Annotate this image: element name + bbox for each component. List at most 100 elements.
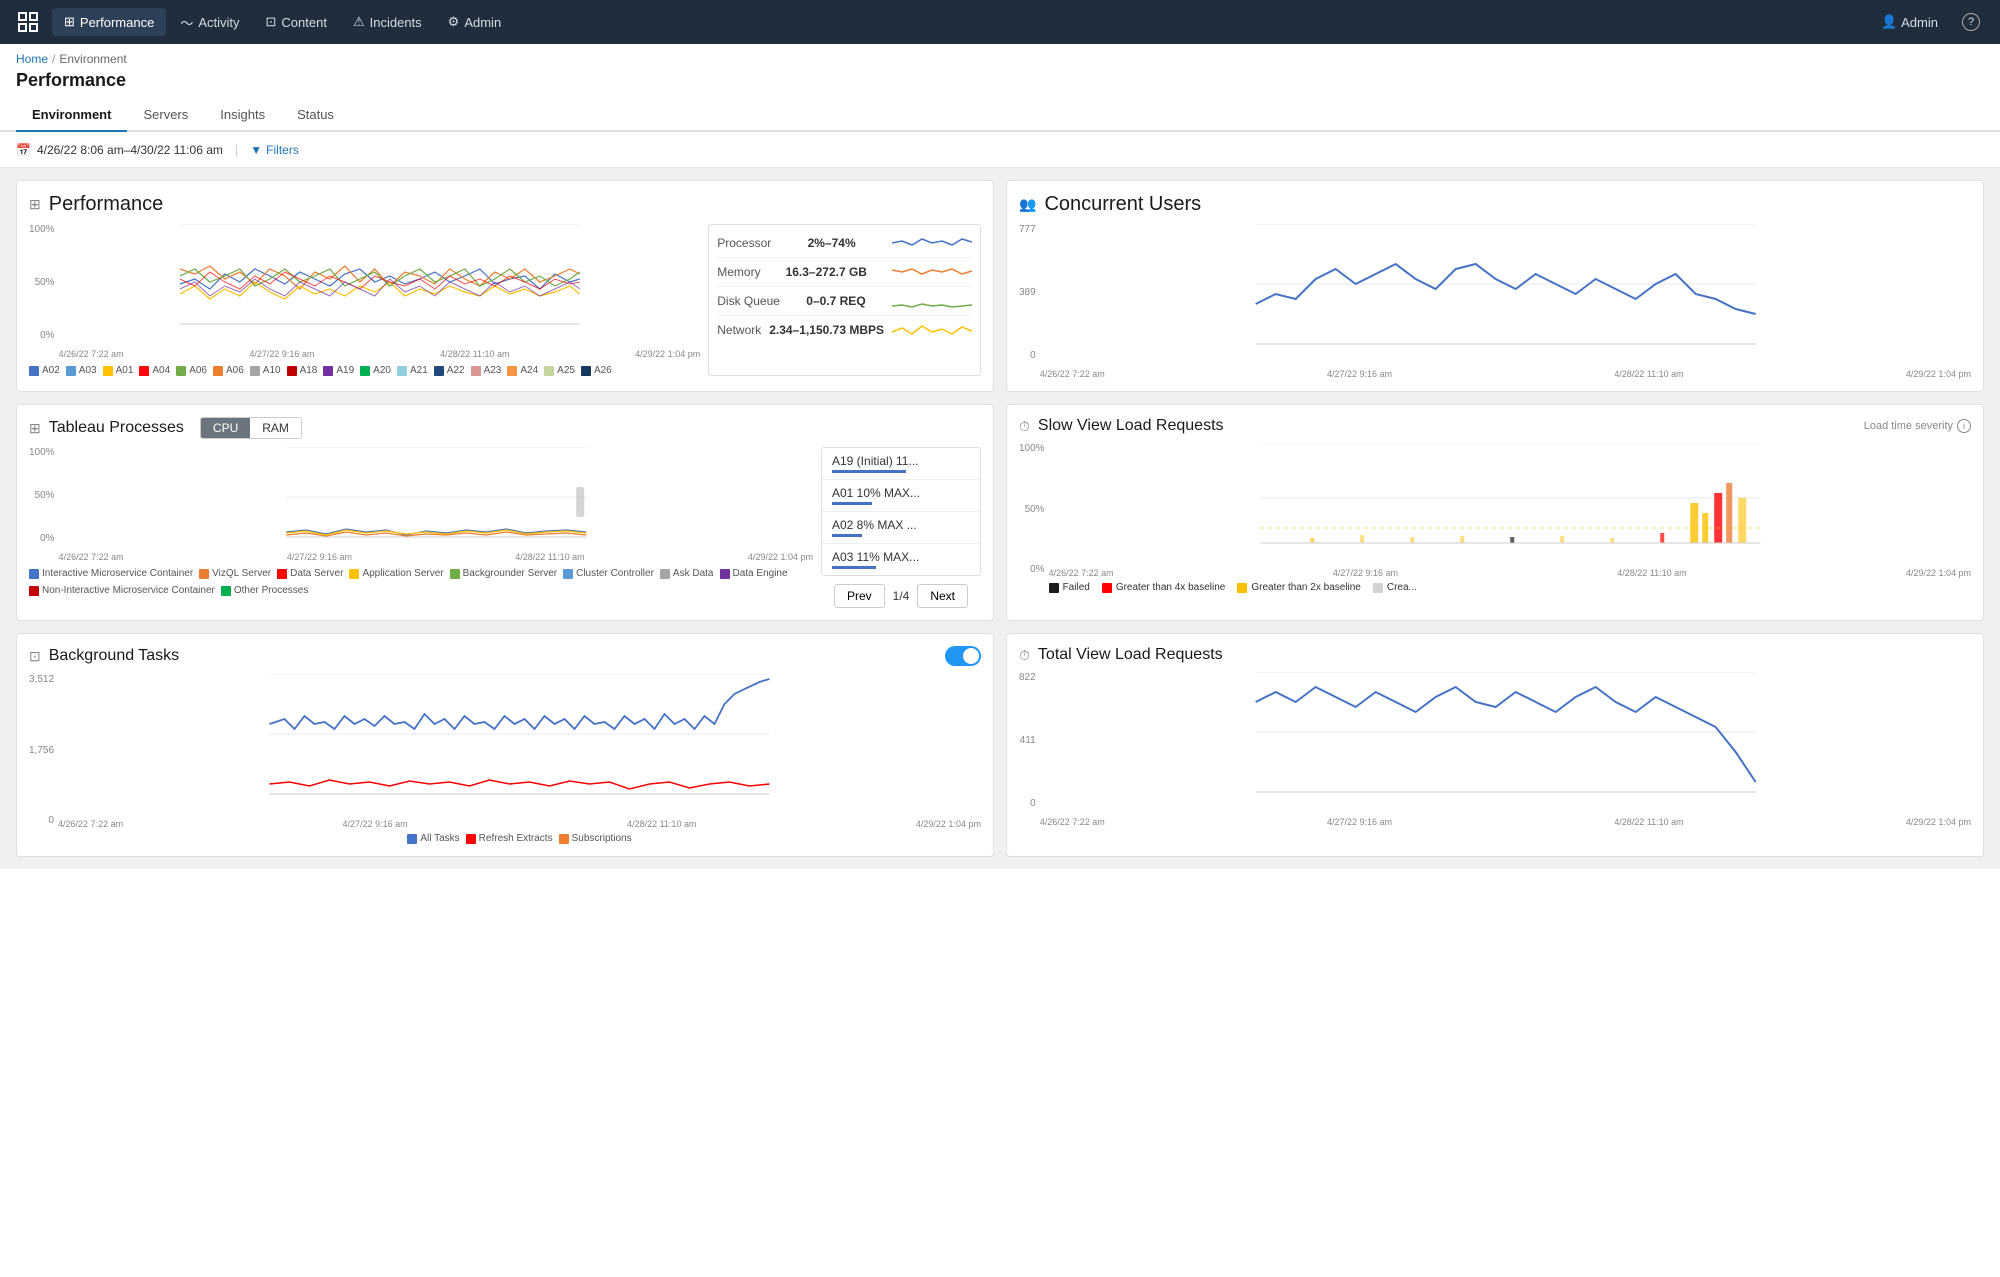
- topnav-items: ⊞ Performance 〜 Activity ⊡ Content ⚠ Inc…: [52, 7, 1873, 38]
- calendar-icon: 📅: [16, 143, 31, 157]
- user-icon: 👤: [1881, 14, 1897, 30]
- background-tasks-toggle[interactable]: [945, 646, 981, 666]
- tab-servers[interactable]: Servers: [127, 99, 204, 132]
- nav-activity[interactable]: 〜 Activity: [168, 7, 251, 38]
- nav-performance[interactable]: ⊞ Performance: [52, 8, 166, 36]
- total-view-svg-container: 4/26/22 7:22 am 4/27/22 9:16 am 4/28/22 …: [1040, 672, 1971, 827]
- cpu-button[interactable]: CPU: [201, 418, 250, 438]
- legend-noninteractive: Non-Interactive Microservice Container: [29, 585, 215, 596]
- slow-view-card: ⏱ Slow View Load Requests Load time seve…: [1006, 404, 1984, 621]
- legend-dataserver: Data Server: [277, 568, 343, 579]
- legend-a26: A26: [581, 365, 612, 376]
- legend-subscriptions: Subscriptions: [559, 833, 632, 844]
- background-tasks-header: ⊡ Background Tasks: [29, 646, 981, 666]
- legend-a10: A10: [250, 365, 281, 376]
- performance-chart-area: 100% 50% 0%: [29, 224, 700, 376]
- process-bar-a02: [832, 534, 862, 537]
- nav-admin[interactable]: ⚙ Admin: [436, 8, 514, 36]
- process-item-a03: A03 11% MAX...: [822, 544, 980, 575]
- main-grid: ⊞ Performance 100% 50% 0%: [0, 168, 2000, 869]
- total-view-chart-wrapper: 822 411 0 4/26/22 7:22 am 4/27/22 9:16 a: [1019, 672, 1971, 827]
- tableau-processes-chart-area: 100% 50% 0%: [29, 447, 813, 608]
- tab-environment[interactable]: Environment: [16, 99, 127, 132]
- page-info: 1/4: [893, 589, 910, 603]
- process-item-a01: A01 10% MAX...: [822, 480, 980, 512]
- performance-card-title: Performance: [49, 193, 164, 216]
- metric-sparkline-memory: [892, 262, 972, 282]
- legend-appserver: Application Server: [349, 568, 443, 579]
- legend-vizql: VizQL Server: [199, 568, 271, 579]
- background-tasks-svg: [58, 674, 981, 814]
- concurrent-users-chart-wrapper: 777 389 0 4/26/22 7:22 am 4/27/22 9:16 a: [1019, 224, 1971, 379]
- legend-interactive: Interactive Microservice Container: [29, 568, 193, 579]
- nav-incidents[interactable]: ⚠ Incidents: [341, 8, 434, 36]
- concurrent-users-title: Concurrent Users: [1044, 193, 1201, 216]
- total-view-x-labels: 4/26/22 7:22 am 4/27/22 9:16 am 4/28/22 …: [1040, 817, 1971, 827]
- legend-a23: A23: [471, 365, 502, 376]
- performance-chart-wrapper: 100% 50% 0%: [29, 224, 700, 359]
- help-icon: ?: [1962, 13, 1980, 31]
- process-bar-a03: [832, 566, 876, 569]
- tableau-processes-card: ⊞ Tableau Processes CPU RAM 100% 50% 0%: [16, 404, 994, 621]
- legend-a02: A02: [29, 365, 60, 376]
- background-tasks-svg-container: 4/26/22 7:22 am 4/27/22 9:16 am 4/28/22 …: [58, 674, 981, 844]
- slow-view-svg-container: 4/26/22 7:22 am 4/27/22 9:16 am 4/28/22 …: [1049, 443, 1971, 593]
- sub-tabs: Environment Servers Insights Status: [0, 99, 2000, 132]
- performance-card-header: ⊞ Performance: [29, 193, 981, 216]
- legend-a24: A24: [507, 365, 538, 376]
- concurrent-users-icon: 👥: [1019, 196, 1036, 213]
- legend-all-tasks: All Tasks: [407, 833, 459, 844]
- background-tasks-card: ⊡ Background Tasks 3,512 1,756 0: [16, 633, 994, 857]
- tab-status[interactable]: Status: [281, 99, 350, 132]
- breadcrumb-environment: Environment: [59, 52, 126, 66]
- process-item-a02: A02 8% MAX ...: [822, 512, 980, 544]
- process-bar-a01: [832, 502, 872, 505]
- tableau-processes-title: Tableau Processes: [49, 419, 184, 437]
- legend-cluster: Cluster Controller: [563, 568, 654, 579]
- background-tasks-chart-wrapper: 3,512 1,756 0: [29, 674, 981, 844]
- app-logo[interactable]: [12, 6, 44, 38]
- legend-a21: A21: [397, 365, 428, 376]
- breadcrumb-home[interactable]: Home: [16, 52, 48, 66]
- legend-dataengine: Data Engine: [720, 568, 788, 579]
- prev-button[interactable]: Prev: [834, 584, 885, 608]
- legend-a06b: A06: [213, 365, 244, 376]
- date-range: 📅 4/26/22 8:06 am–4/30/22 11:06 am: [16, 143, 223, 157]
- legend-backgrounder: Backgrounder Server: [450, 568, 558, 579]
- tableau-processes-legend: Interactive Microservice Container VizQL…: [29, 568, 813, 596]
- metric-sparkline-processor: [892, 233, 972, 253]
- total-view-y-labels: 822 411 0: [1019, 672, 1036, 827]
- next-button[interactable]: Next: [917, 584, 968, 608]
- concurrent-users-card: 👥 Concurrent Users 777 389 0: [1006, 180, 1984, 392]
- toggle-slider: [945, 646, 981, 666]
- nav-content[interactable]: ⊡ Content: [254, 8, 339, 36]
- metric-sparkline-network: [892, 320, 972, 340]
- breadcrumb: Home / Environment: [0, 44, 2000, 68]
- concurrent-users-x-labels: 4/26/22 7:22 am 4/27/22 9:16 am 4/28/22 …: [1040, 369, 1971, 379]
- performance-card: ⊞ Performance 100% 50% 0%: [16, 180, 994, 392]
- filter-icon: ▼: [250, 143, 262, 157]
- legend-a18: A18: [287, 365, 318, 376]
- filters-button[interactable]: ▼ Filters: [250, 143, 299, 157]
- performance-icon: ⊞: [64, 14, 75, 30]
- legend-a20: A20: [360, 365, 391, 376]
- tableau-processes-chart-wrapper: 100% 50% 0%: [29, 447, 813, 562]
- process-bar-a19: [832, 470, 906, 473]
- help-button[interactable]: ?: [1954, 9, 1988, 35]
- ram-button[interactable]: RAM: [250, 418, 301, 438]
- tab-insights[interactable]: Insights: [204, 99, 281, 132]
- slow-view-header: ⏱ Slow View Load Requests Load time seve…: [1019, 417, 1971, 435]
- filter-bar: 📅 4/26/22 8:06 am–4/30/22 11:06 am | ▼ F…: [0, 132, 2000, 168]
- legend-a19: A19: [323, 365, 354, 376]
- admin-user-menu[interactable]: 👤 Admin: [1873, 10, 1946, 34]
- page-container: Home / Environment Performance Environme…: [0, 44, 2000, 1277]
- legend-other: Other Processes: [221, 585, 308, 596]
- performance-y-labels: 100% 50% 0%: [29, 224, 55, 359]
- tableau-processes-content: 100% 50% 0%: [29, 447, 981, 608]
- breadcrumb-sep: /: [52, 52, 55, 66]
- performance-x-labels: 4/26/22 7:22 am 4/27/22 9:16 am 4/28/22 …: [59, 349, 701, 359]
- tableau-processes-y-labels: 100% 50% 0%: [29, 447, 55, 562]
- slow-view-svg: [1049, 443, 1971, 563]
- severity-info-icon[interactable]: i: [1957, 419, 1971, 433]
- filter-separator: |: [235, 142, 238, 157]
